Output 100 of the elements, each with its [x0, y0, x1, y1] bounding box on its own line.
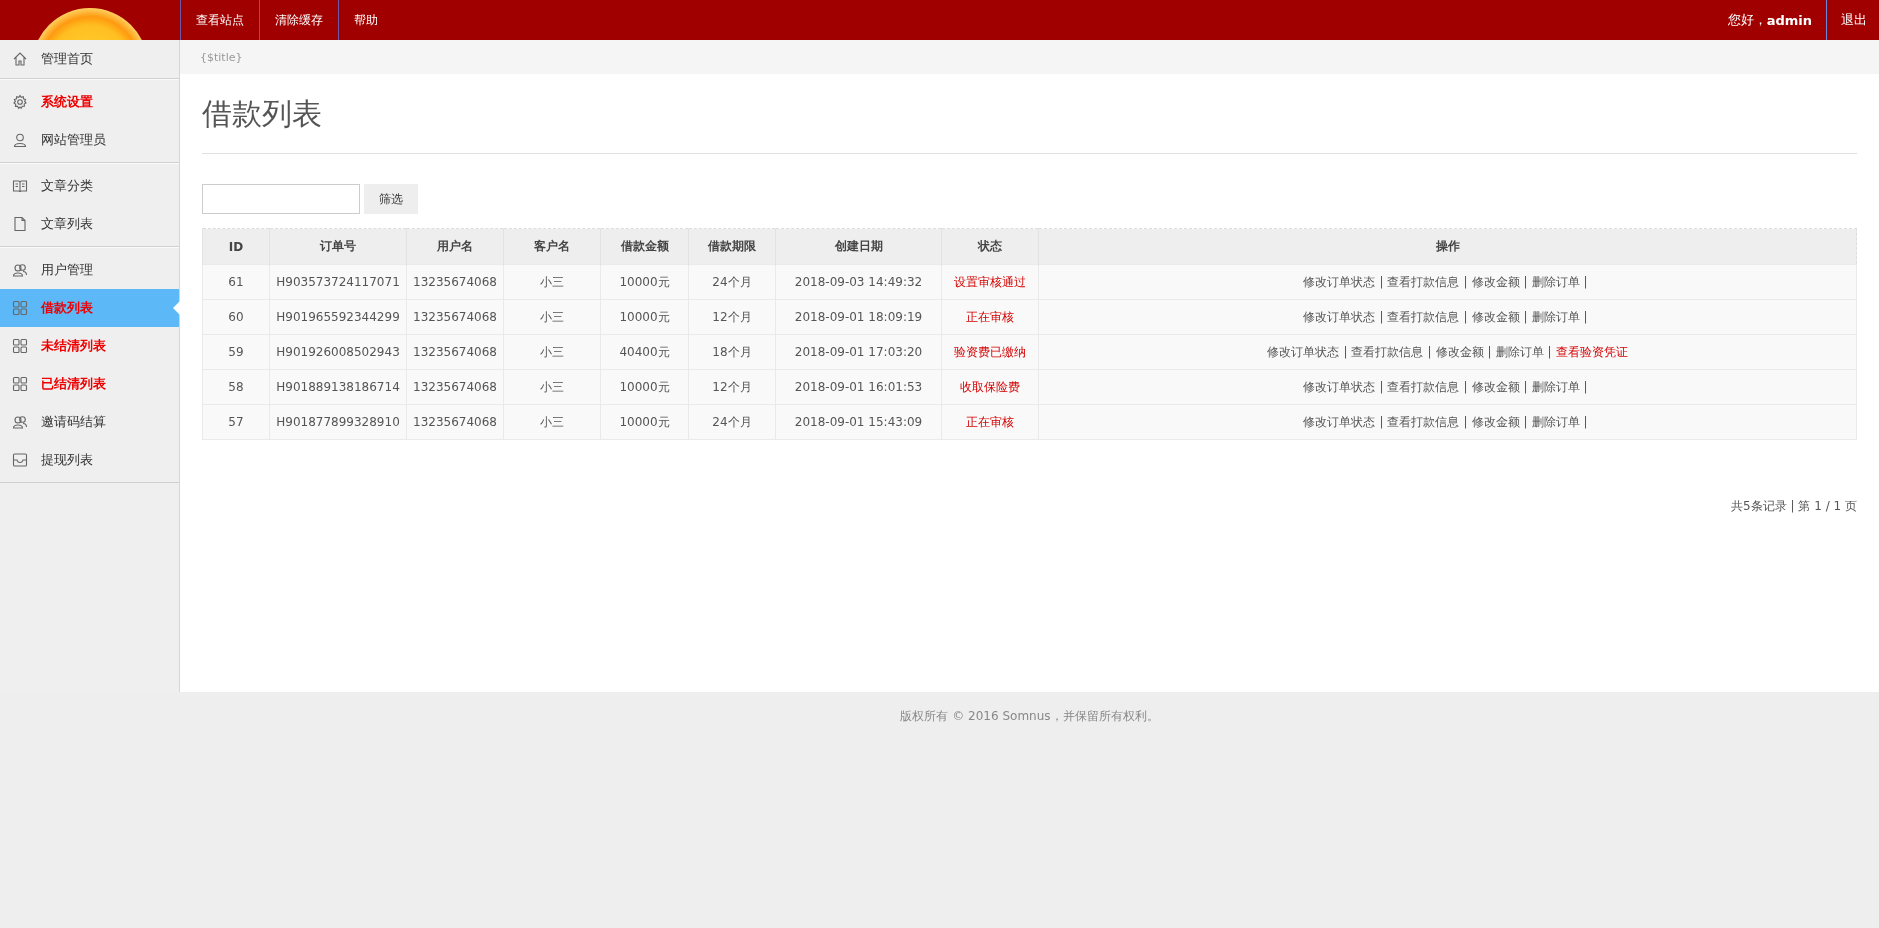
- table-cell: H901889138186714: [269, 369, 407, 405]
- breadcrumb: {$title}: [180, 40, 1879, 74]
- action-link[interactable]: 查看打款信息: [1387, 414, 1460, 429]
- separator: |: [1463, 414, 1468, 429]
- column-header: 用户名: [406, 228, 504, 265]
- sidebar-item[interactable]: 系统设置: [0, 83, 179, 121]
- separator: |: [1379, 274, 1384, 289]
- status-cell: 正在审核: [941, 299, 1039, 335]
- sidebar-item[interactable]: 文章列表: [0, 205, 179, 243]
- table-cell: 59: [202, 334, 270, 370]
- table-cell: 13235674068: [406, 404, 504, 440]
- sidebar-item[interactable]: 网站管理员: [0, 121, 179, 159]
- separator: |: [1379, 309, 1384, 324]
- action-link[interactable]: 删除订单: [1531, 414, 1580, 429]
- table-cell: 13235674068: [406, 334, 504, 370]
- table-cell: 24个月: [688, 404, 776, 440]
- table-cell: 2018-09-01 18:09:19: [775, 299, 942, 335]
- separator: |: [1583, 414, 1588, 429]
- greeting: 您好，admin: [1727, 11, 1813, 30]
- table-cell: 60: [202, 299, 270, 335]
- status-cell: 正在审核: [941, 404, 1039, 440]
- action-link[interactable]: 删除订单: [1531, 309, 1580, 324]
- sidebar-item[interactable]: 邀请码结算: [0, 403, 179, 441]
- action-link[interactable]: 查看打款信息: [1351, 344, 1424, 359]
- action-link[interactable]: 查看打款信息: [1387, 309, 1460, 324]
- action-link[interactable]: 查看打款信息: [1387, 379, 1460, 394]
- table-cell: 小三: [503, 334, 601, 370]
- table-cell: 58: [202, 369, 270, 405]
- column-header: 客户名: [503, 228, 601, 265]
- users-icon: [12, 262, 28, 278]
- search-field[interactable]: [202, 184, 360, 214]
- action-link[interactable]: 修改金额: [1435, 344, 1484, 359]
- status-cell: 收取保险费: [941, 369, 1039, 405]
- book-icon: [12, 178, 28, 194]
- table-cell: 10000元: [600, 369, 689, 405]
- separator: |: [1583, 309, 1588, 324]
- separator: |: [1427, 344, 1432, 359]
- column-header: 订单号: [269, 228, 407, 265]
- table-cell: H903573724117071: [269, 264, 407, 300]
- users-icon: [12, 414, 28, 430]
- grid-icon: [12, 300, 28, 316]
- action-link[interactable]: 查看打款信息: [1387, 274, 1460, 289]
- separator: |: [1343, 344, 1348, 359]
- table-cell: H901926008502943: [269, 334, 407, 370]
- separator: |: [1547, 344, 1552, 359]
- separator: |: [1523, 379, 1528, 394]
- table-cell: 2018-09-03 14:49:32: [775, 264, 942, 300]
- table-cell: H901965592344299: [269, 299, 407, 335]
- table-cell: 小三: [503, 404, 601, 440]
- table-cell: 10000元: [600, 404, 689, 440]
- table-cell: 小三: [503, 299, 601, 335]
- column-header: 状态: [941, 228, 1039, 265]
- action-link[interactable]: 修改金额: [1471, 309, 1520, 324]
- separator: |: [1523, 309, 1528, 324]
- file-icon: [12, 216, 28, 232]
- action-link[interactable]: 修改金额: [1471, 414, 1520, 429]
- action-link[interactable]: 删除订单: [1531, 379, 1580, 394]
- sidebar-item[interactable]: 文章分类: [0, 167, 179, 205]
- separator: |: [1463, 379, 1468, 394]
- table-cell: 2018-09-01 15:43:09: [775, 404, 942, 440]
- sidebar-item[interactable]: 管理首页: [0, 40, 179, 78]
- action-link[interactable]: 修改订单状态: [1267, 344, 1340, 359]
- action-link[interactable]: 修改金额: [1471, 274, 1520, 289]
- settings-icon: [12, 94, 28, 110]
- action-link[interactable]: 修改订单状态: [1303, 379, 1376, 394]
- table-cell: 12个月: [688, 299, 776, 335]
- separator: |: [1463, 309, 1468, 324]
- copyright: 版权所有 © 2016 Somnus，并保留所有权利。: [899, 708, 1160, 725]
- page-title: 借款列表: [202, 74, 1857, 154]
- status-cell: 设置审核通过: [941, 264, 1039, 300]
- filter-button[interactable]: 筛选: [364, 184, 418, 214]
- separator: |: [1487, 344, 1492, 359]
- column-header: 创建日期: [775, 228, 942, 265]
- table-cell: 12个月: [688, 369, 776, 405]
- separator: |: [1583, 274, 1588, 289]
- grid-icon: [12, 376, 28, 392]
- action-link[interactable]: 删除订单: [1531, 274, 1580, 289]
- table-cell: 10000元: [600, 299, 689, 335]
- action-link[interactable]: 删除订单: [1495, 344, 1544, 359]
- table-cell: 13235674068: [406, 369, 504, 405]
- action-link[interactable]: 修改订单状态: [1303, 274, 1376, 289]
- sidebar-item[interactable]: 用户管理: [0, 251, 179, 289]
- separator: |: [1379, 379, 1384, 394]
- pagination-info: 共5条记录 | 第 1 / 1 页: [1731, 498, 1857, 515]
- action-link[interactable]: 修改订单状态: [1303, 309, 1376, 324]
- sidebar-item[interactable]: 提现列表: [0, 441, 179, 479]
- user-icon: [12, 132, 28, 148]
- action-link[interactable]: 查看验资凭证: [1555, 344, 1628, 359]
- inbox-icon: [12, 452, 28, 468]
- table-cell: 40400元: [600, 334, 689, 370]
- action-link[interactable]: 修改订单状态: [1303, 414, 1376, 429]
- column-header: ID: [202, 228, 270, 265]
- action-link[interactable]: 修改金额: [1471, 379, 1520, 394]
- table-cell: 13235674068: [406, 264, 504, 300]
- separator: |: [1379, 414, 1384, 429]
- column-header: 借款期限: [688, 228, 776, 265]
- sidebar-item[interactable]: 未结清列表: [0, 327, 179, 365]
- column-header: 借款金额: [600, 228, 689, 265]
- sidebar-item[interactable]: 已结清列表: [0, 365, 179, 403]
- separator: |: [1463, 274, 1468, 289]
